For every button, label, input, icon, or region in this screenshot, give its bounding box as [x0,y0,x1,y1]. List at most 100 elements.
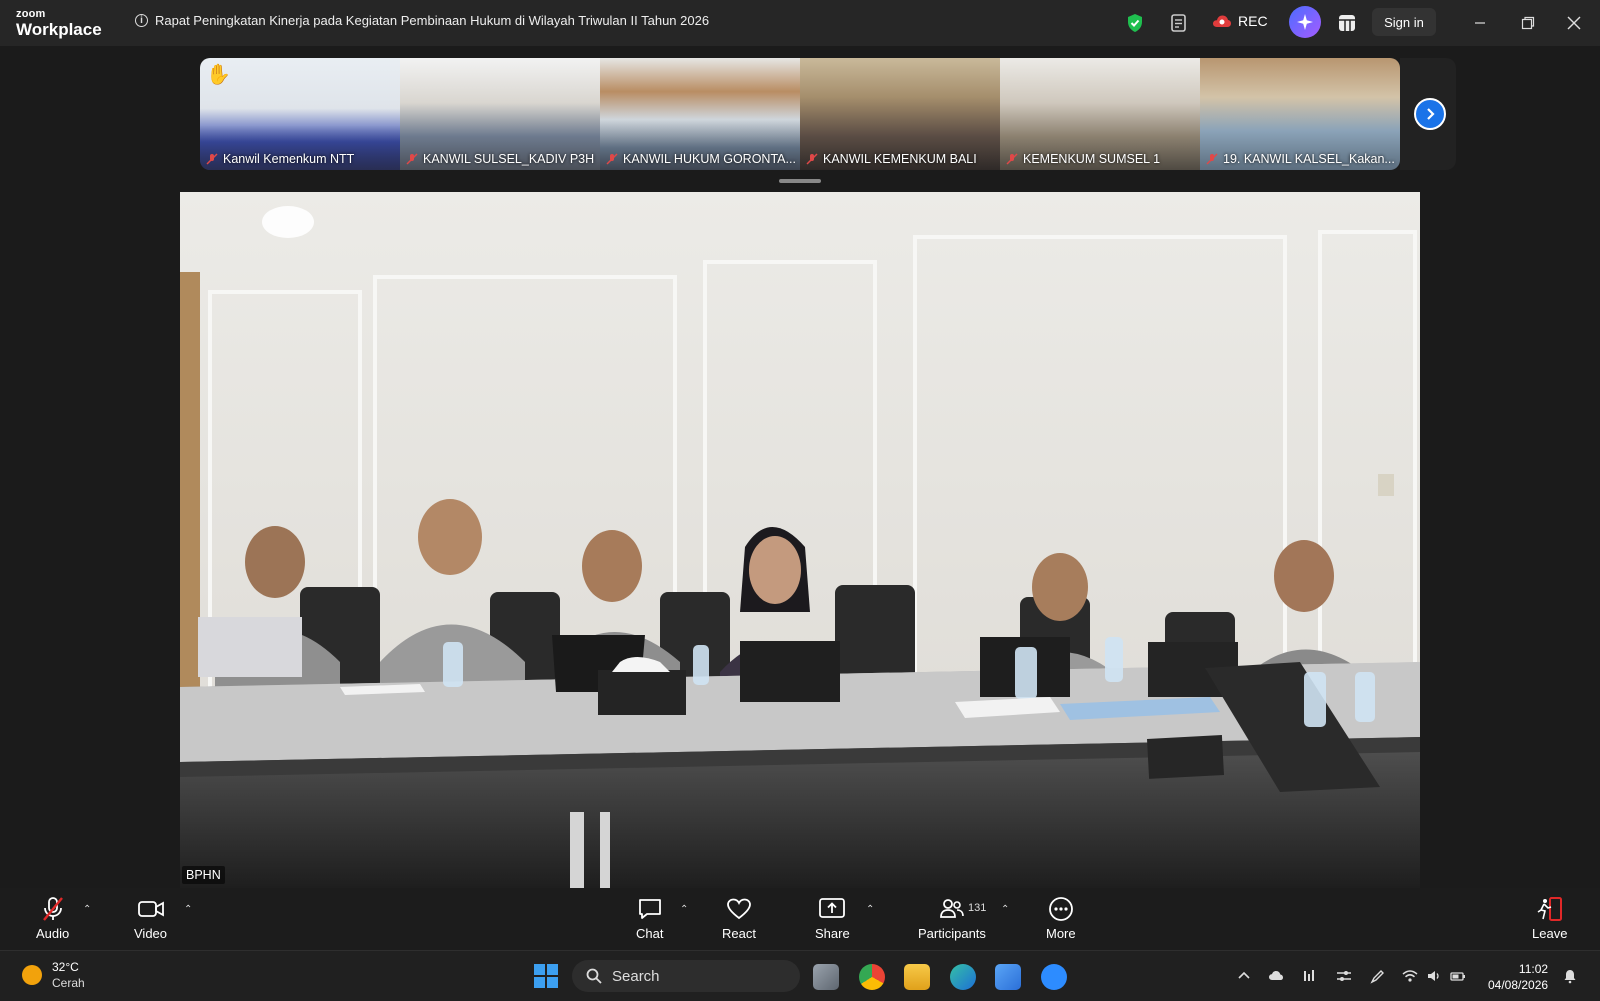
participant-tile[interactable]: KANWIL SULSEL_KADIV P3H [400,58,600,170]
weather-condition: Cerah [52,975,85,990]
participants-icon [940,899,964,918]
participant-name-label: KEMENKUM SUMSEL 1 [1006,152,1160,166]
close-window-button[interactable] [1560,10,1588,36]
share-button[interactable]: Share [815,896,850,941]
more-button[interactable]: More [1046,896,1076,941]
video-label: Video [134,926,168,941]
rec-label: REC [1238,13,1268,29]
audio-label: Audio [36,926,70,941]
participant-thumbnail-strip: ✋ Kanwil Kemenkum NTT KANWIL SULSEL_KADI… [200,58,1400,170]
react-label: React [722,926,756,941]
participant-tile[interactable]: KANWIL KEMENKUM BALI [800,58,1000,170]
logo-brand-bottom: Workplace [16,20,102,39]
file-explorer-icon[interactable] [904,964,930,990]
chat-bubble-icon [638,899,661,919]
chat-options-chevron-up-icon[interactable]: ⌃ [680,904,688,915]
cloud-record-icon [1213,15,1231,27]
cloud-sync-icon[interactable] [1268,968,1284,984]
participant-tile[interactable]: KEMENKUM SUMSEL 1 [1000,58,1200,170]
pen-location-icon[interactable] [1370,968,1386,984]
muted-mic-icon [806,153,818,165]
conference-room-scene [180,192,1420,888]
more-label: More [1046,926,1076,941]
participant-name: KANWIL SULSEL_KADIV P3H [423,152,595,166]
heart-icon [727,898,751,920]
participant-name: Kanwil Kemenkum NTT [223,152,355,166]
participant-name-label: KANWIL KEMENKUM BALI [806,152,977,166]
participant-name-label: KANWIL HUKUM GORONTA... [606,152,796,166]
leave-button[interactable]: Leave [1532,896,1567,941]
muted-mic-icon [206,153,218,165]
ai-companion-button[interactable] [1289,6,1321,38]
edge-icon[interactable] [950,964,976,990]
participant-tile[interactable]: KANWIL HUKUM GORONTA... [600,58,800,170]
sliders-icon[interactable] [1336,968,1352,984]
meeting-info[interactable]: i Rapat Peningkatan Kinerja pada Kegiata… [135,13,709,28]
muted-mic-icon [1006,153,1018,165]
strip-resize-handle[interactable] [779,179,821,183]
sign-in-button[interactable]: Sign in [1372,8,1436,36]
taskbar-search-input[interactable]: Search [572,960,800,992]
raised-hand-icon: ✋ [206,64,231,86]
next-page-button[interactable] [1414,98,1446,130]
participant-tile[interactable]: 19. KANWIL KALSEL_Kakan... [1200,58,1400,170]
muted-microphone-icon [42,897,63,921]
leave-label: Leave [1532,926,1568,941]
participant-name: KANWIL HUKUM GORONTA... [623,152,796,166]
participant-name-label: Kanwil Kemenkum NTT [206,152,354,166]
encryption-shield-icon[interactable] [1123,11,1147,35]
cloud-recording-indicator[interactable]: REC [1212,13,1268,29]
more-ellipsis-icon [1048,897,1073,921]
participant-name: 19. KANWIL KALSEL_Kakan... [1223,152,1395,166]
participant-tile[interactable]: ✋ Kanwil Kemenkum NTT [200,58,400,170]
task-view-icon[interactable] [813,964,839,990]
audio-levels-icon[interactable] [1302,968,1318,984]
participant-name-label: 19. KANWIL KALSEL_Kakan... [1206,152,1395,166]
title-bar: zoom Workplace i Rapat Peningkatan Kiner… [0,0,1600,46]
participants-options-chevron-up-icon[interactable]: ⌃ [1001,904,1009,915]
sparkle-icon [1297,14,1313,30]
participant-name-label: KANWIL SULSEL_KADIV P3H [406,152,594,166]
weather-widget[interactable]: 32°C Cerah [22,960,85,990]
restore-button[interactable] [1514,10,1542,36]
react-button[interactable]: React [722,896,756,941]
speaker-name-tag: BPHN [182,866,225,884]
video-camera-icon [137,901,164,917]
apps-grid-icon[interactable] [1335,11,1359,35]
onedrive-icon[interactable] [995,964,1021,990]
meeting-toolbar: Audio ⌃ Video ⌃ Chat ⌃ React Share ⌃ Par… [0,888,1600,950]
meeting-title: Rapat Peningkatan Kinerja pada Kegiatan … [155,13,710,28]
share-options-chevron-up-icon[interactable]: ⌃ [866,904,874,915]
share-label: Share [815,926,850,941]
clock-date: 04/08/2026 [1488,978,1549,993]
logo-brand-top: zoom [16,8,46,20]
audio-button[interactable]: Audio [36,896,69,941]
notes-icon[interactable] [1167,11,1191,35]
zoom-app-icon[interactable] [1041,964,1067,990]
windows-start-icon[interactable] [533,963,559,989]
chevron-right-icon [1427,108,1435,120]
info-icon[interactable]: i [135,14,148,27]
volume-icon[interactable] [1426,968,1442,984]
minimize-button[interactable] [1466,10,1494,36]
weather-temperature: 32°C [52,960,79,974]
system-clock[interactable]: 11:02 04/08/2026 [1488,961,1548,993]
participants-count: 131 [968,902,987,914]
zoom-workplace-logo: zoom Workplace [16,8,102,39]
muted-mic-icon [1206,153,1218,165]
search-icon [586,968,602,984]
participants-label: Participants [918,926,986,941]
chat-button[interactable]: Chat [636,896,663,941]
show-hidden-icons-chevron-up-icon[interactable] [1236,968,1252,984]
sun-icon [22,964,42,985]
chrome-icon[interactable] [859,964,885,990]
clock-time: 11:02 [1518,962,1549,976]
video-button[interactable]: Video [134,896,167,941]
main-video-feed [180,192,1420,888]
audio-options-chevron-up-icon[interactable]: ⌃ [83,904,91,915]
muted-mic-icon [606,153,618,165]
wifi-icon[interactable] [1402,968,1418,984]
notification-bell-icon[interactable] [1562,968,1578,984]
battery-icon[interactable] [1450,968,1466,984]
video-options-chevron-up-icon[interactable]: ⌃ [184,904,192,915]
